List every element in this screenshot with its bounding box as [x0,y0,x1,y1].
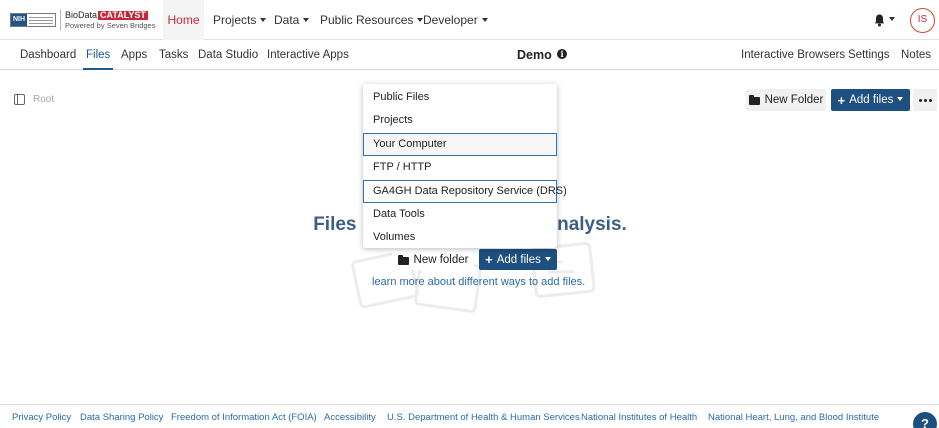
footer-link-nhlbi[interactable]: National Heart, Lung, and Blood Institut… [708,412,879,423]
tab-tasks[interactable]: Tasks [159,40,188,70]
brand-tagline: Powered by Seven Bridges [65,20,156,30]
add-files-button[interactable]: + Add files [831,89,910,111]
footer: Privacy Policy Data Sharing Policy Freed… [0,404,939,428]
project-title: Demo [517,48,552,62]
tab-settings[interactable]: Settings [848,40,890,70]
breadcrumb-root[interactable]: Root [33,94,54,105]
plus-icon: + [837,92,846,108]
nav-projects[interactable]: Projects [213,0,267,40]
tab-apps[interactable]: Apps [121,40,147,70]
menu-item-drs[interactable]: GA4GH Data Repository Service (DRS) [363,179,567,203]
folder-icon [748,95,760,105]
chevron-down-icon [303,17,310,22]
footer-link-accessibility[interactable]: Accessibility [324,412,376,423]
footer-link-foia[interactable]: Freedom of Information Act (FOIA) [171,412,317,423]
menu-item-public-files[interactable]: Public Files [363,86,557,109]
chevron-down-icon [889,17,895,21]
notifications-button[interactable] [874,12,895,28]
menu-item-projects[interactable]: Projects [363,109,557,132]
tab-interactive-browsers[interactable]: Interactive Browsers [741,40,845,70]
footer-link-privacy[interactable]: Privacy Policy [12,412,71,423]
brand-highlight: CATALYST [98,9,148,20]
tab-interactive-apps[interactable]: Interactive Apps [267,40,349,70]
info-icon[interactable]: i [557,49,567,59]
chevron-down-icon [260,17,267,22]
more-options-button[interactable] [913,89,937,111]
nih-mark: NIH [11,14,28,26]
sidebar-toggle-icon[interactable] [14,94,25,105]
bell-icon [874,14,885,26]
tab-dashboard[interactable]: Dashboard [20,40,76,70]
footer-link-nih[interactable]: National Institutes of Health [581,412,697,423]
empty-add-files-button[interactable]: + Add files [479,249,557,270]
tab-notes[interactable]: Notes [901,40,931,70]
chevron-down-icon [544,256,551,261]
menu-item-ftp-http[interactable]: FTP / HTTP [363,156,557,179]
menu-item-your-computer[interactable]: Your Computer [363,132,557,157]
footer-link-data-sharing[interactable]: Data Sharing Policy [80,412,163,423]
tab-files[interactable]: Files [82,40,114,70]
nih-logo: NIH [10,13,56,27]
menu-item-data-tools[interactable]: Data Tools [363,203,557,226]
more-dot-icon [918,98,922,102]
chevron-down-icon [897,97,904,101]
nav-home[interactable]: Home [163,0,204,40]
learn-more-link[interactable]: learn more about different ways to add f… [372,276,585,288]
menu-item-volumes[interactable]: Volumes [363,226,557,249]
brand-prefix: BioData [65,9,98,20]
tab-data-studio[interactable]: Data Studio [198,40,258,70]
top-navbar: NIH BioData CATALYST Powered by Seven Br… [0,0,939,40]
new-folder-button[interactable]: New Folder [746,89,826,111]
footer-link-hhs[interactable]: U.S. Department of Health & Human Servic… [387,412,580,423]
chevron-down-icon [481,17,488,22]
folder-icon [397,254,409,265]
add-files-menu: Public Files Projects Your Computer FTP … [363,84,567,249]
plus-icon: + [485,252,493,267]
project-subnav: Dashboard Files Apps Tasks Data Studio I… [0,40,939,70]
nav-public-resources[interactable]: Public Resources [320,0,424,40]
nav-developer[interactable]: Developer [423,0,488,40]
nav-data[interactable]: Data [274,0,310,40]
biodata-catalyst-logo[interactable]: NIH BioData CATALYST Powered by Seven Br… [10,9,155,31]
empty-new-folder-button[interactable]: New folder [392,249,474,270]
user-avatar[interactable]: IS [910,8,935,33]
